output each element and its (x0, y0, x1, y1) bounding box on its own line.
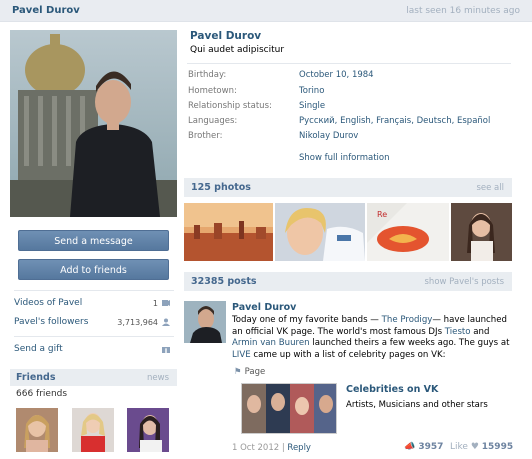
repost-button[interactable]: 📣 3957 (404, 442, 443, 452)
post-link-armin[interactable]: Armin van Buuren (232, 338, 310, 348)
info-row-languages: Languages: Русский, English, Français, D… (188, 116, 508, 130)
friends-news-link[interactable]: news (147, 373, 169, 383)
post-text-segment: and (470, 326, 490, 337)
friend-thumbnail[interactable] (16, 408, 58, 452)
photos-title: 125 photos (191, 182, 251, 193)
post-text-segment: came up with a list of celebrity pages o… (250, 349, 446, 360)
post-author-avatar[interactable] (184, 301, 226, 343)
heart-icon: ♥ (470, 442, 479, 452)
profile-name: Pavel Durov (190, 30, 262, 42)
page-icon: ⚑ (234, 367, 242, 377)
send-gift-link[interactable]: Send a gift (14, 344, 170, 358)
post-link-live[interactable]: LIVE (232, 350, 251, 360)
divider (14, 336, 174, 337)
like-button[interactable]: Like ♥ 15995 (450, 442, 513, 452)
last-seen-text: last seen 16 minutes ago (406, 6, 520, 16)
info-row-hometown: Hometown: Torino (188, 86, 508, 100)
like-count: 15995 (481, 442, 514, 452)
followers-count: 3,713,964 (117, 318, 158, 327)
photo-thumbnail[interactable] (275, 203, 365, 261)
post-reply-link[interactable]: Reply (287, 443, 311, 453)
info-value-link[interactable]: Single (299, 101, 325, 111)
post-text-segment: — have launched (432, 315, 507, 325)
page-tag-label: Page (244, 367, 266, 377)
friends-section-header[interactable]: Friends news (10, 369, 177, 386)
post-meta: 1 Oct 2012 | Reply (232, 443, 311, 453)
followers-label: Pavel's followers (14, 317, 89, 327)
info-label: Relationship status: (188, 101, 272, 111)
post-text-segment: an official VK page. The world's most fa… (232, 326, 445, 337)
profile-status: Qui audet adipiscitur (190, 45, 285, 55)
posts-section-header[interactable]: 32385 posts show Pavel's posts (184, 272, 512, 291)
photo-thumbnail[interactable] (184, 203, 273, 261)
header-name[interactable]: Pavel Durov (12, 5, 80, 16)
posts-title: 32385 posts (191, 276, 257, 287)
post-date[interactable]: 1 Oct 2012 (232, 443, 279, 453)
post-author-name[interactable]: Pavel Durov (232, 302, 296, 313)
like-label: Like (450, 442, 468, 452)
videos-label: Videos of Pavel (14, 298, 83, 308)
videos-link[interactable]: Videos of Pavel 1 (14, 298, 170, 312)
post-link-prodigy[interactable]: The Prodigy (382, 315, 433, 325)
info-label: Birthday: (188, 70, 227, 80)
post-link-tiesto[interactable]: Tiesto (445, 327, 471, 337)
post-text: Today one of my favorite bands — The Pro… (232, 315, 512, 361)
megaphone-icon: 📣 (404, 442, 416, 452)
post-text-segment: launched theirs a few weeks ago. The guy… (309, 338, 510, 348)
photos-see-all-link[interactable]: see all (476, 183, 504, 193)
add-friend-button[interactable]: Add to friends (18, 259, 169, 280)
info-label: Languages: (188, 116, 238, 126)
divider (14, 290, 174, 291)
friend-thumbnail[interactable] (72, 408, 114, 452)
info-value-link[interactable]: Nikolay Durov (299, 131, 358, 141)
photo-thumbnail[interactable]: Re (367, 203, 449, 261)
repost-count: 3957 (418, 442, 444, 452)
info-row-brother: Brother: Nikolay Durov (188, 131, 508, 145)
info-row-relationship: Relationship status: Single (188, 101, 508, 115)
video-icon (162, 300, 170, 306)
info-label: Hometown: (188, 86, 237, 96)
attachment-title[interactable]: Celebrities on VK (346, 384, 438, 395)
attachment-subtitle: Artists, Musicians and other stars (346, 400, 488, 410)
gift-label: Send a gift (14, 344, 63, 354)
videos-count: 1 (152, 299, 158, 308)
info-value-link[interactable]: Русский, English, Français, Deutsch, Esp… (299, 116, 490, 126)
info-value-link[interactable]: Torino (299, 86, 324, 96)
send-message-button[interactable]: Send a message (18, 230, 169, 251)
post-text-segment: Today one of my favorite bands — (232, 315, 382, 325)
info-value-link[interactable]: October 10, 1984 (299, 70, 374, 80)
info-row-birthday: Birthday: October 10, 1984 (188, 70, 508, 84)
info-label: Brother: (188, 131, 223, 141)
photos-section-header[interactable]: 125 photos see all (184, 178, 512, 197)
profile-photo[interactable] (10, 30, 177, 217)
friends-title: Friends (16, 372, 56, 383)
divider (187, 63, 511, 64)
attachment-image[interactable] (241, 383, 337, 434)
show-full-info-link[interactable]: Show full information (299, 153, 390, 163)
page-tag[interactable]: ⚑ Page (234, 367, 265, 377)
friends-count[interactable]: 666 friends (16, 389, 67, 399)
followers-icon (162, 318, 170, 326)
show-posts-link[interactable]: show Pavel's posts (425, 277, 505, 287)
photo-thumbnail[interactable] (451, 203, 512, 261)
gift-icon (162, 346, 170, 353)
profile-header-bar: Pavel Durov last seen 16 minutes ago (0, 0, 532, 22)
followers-link[interactable]: Pavel's followers 3,713,964 (14, 317, 170, 331)
friend-thumbnail[interactable] (127, 408, 169, 452)
svg-text:Re: Re (377, 210, 387, 219)
